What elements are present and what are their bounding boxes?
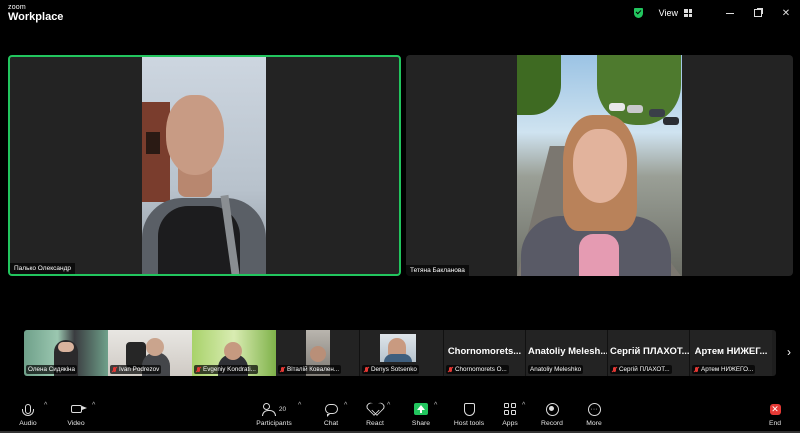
- participants-icon: [261, 403, 276, 416]
- mic-muted-icon: [364, 366, 369, 373]
- chat-button[interactable]: Chat: [320, 400, 342, 431]
- apps-button[interactable]: Apps: [500, 400, 520, 431]
- audio-button[interactable]: Audio: [16, 400, 40, 431]
- mic-muted-icon: [448, 366, 453, 373]
- participants-count: 20: [278, 405, 287, 413]
- video-options-caret[interactable]: ^: [92, 402, 95, 409]
- apps-label: Apps: [502, 420, 518, 427]
- mic-muted-icon: [112, 366, 117, 373]
- title-bar: zoom Workplace View ✕: [0, 0, 800, 28]
- host-shield-icon: [463, 402, 475, 416]
- more-icon: ···: [587, 402, 601, 416]
- view-label: View: [658, 8, 678, 18]
- more-label: More: [586, 420, 602, 427]
- end-icon: ✕: [769, 403, 781, 415]
- more-button[interactable]: ··· More: [584, 400, 604, 431]
- share-button[interactable]: Share: [410, 400, 432, 431]
- audio-label: Audio: [19, 420, 37, 427]
- view-grid-icon: [684, 9, 692, 17]
- end-label: End: [768, 420, 782, 427]
- participant-display-name: Артем НИЖЕГ...: [694, 346, 768, 357]
- close-icon[interactable]: ✕: [772, 0, 800, 26]
- participant-name-label: Артем НИЖЕГО...: [692, 365, 756, 374]
- apps-icon: [504, 403, 516, 415]
- participant-video: [517, 55, 682, 276]
- participant-thumbnail[interactable]: Denys Sotsenko: [360, 330, 444, 376]
- mic-muted-icon: [694, 366, 699, 373]
- mic-muted-icon: [612, 366, 617, 373]
- meeting-toolbar: Audio ^ Video ^ 20 Participants ^ Chat ^…: [0, 398, 800, 433]
- minimize-icon[interactable]: [716, 0, 744, 26]
- participant-thumbnail[interactable]: Артем НИЖЕГ... Артем НИЖЕГО...: [690, 330, 772, 376]
- participant-name-label: Сергій ПЛАХОТ...: [610, 365, 672, 374]
- participant-thumbnail[interactable]: Олена Сидякіна: [24, 330, 108, 376]
- participant-display-name: Сергій ПЛАХОТ...: [610, 346, 689, 357]
- participant-thumbnail[interactable]: Anatoliy Melesh... Anatoliy Meleshko: [526, 330, 608, 376]
- participant-name-label: Тетяна Бакланова: [406, 265, 469, 276]
- participant-thumbnail[interactable]: Evgeniy Kondrati...: [192, 330, 276, 376]
- logo-line1: zoom: [8, 4, 26, 11]
- host-tools-button[interactable]: Host tools: [453, 400, 485, 431]
- participant-name-label: Chornomorets O...: [446, 365, 509, 374]
- participant-strip: Олена Сидякіна Ivan Podrezov Evgeniy Kon…: [24, 330, 776, 376]
- participant-thumbnail[interactable]: Ivan Podrezov: [108, 330, 192, 376]
- chat-label: Chat: [323, 420, 339, 427]
- share-label: Share: [411, 420, 431, 427]
- participant-thumbnail[interactable]: Сергій ПЛАХОТ... Сергій ПЛАХОТ...: [608, 330, 690, 376]
- share-options-caret[interactable]: ^: [434, 402, 437, 409]
- record-icon: [545, 402, 559, 416]
- view-button[interactable]: View: [659, 8, 692, 18]
- camera-icon: [70, 405, 87, 413]
- react-options-caret[interactable]: ^: [387, 402, 390, 409]
- video-button[interactable]: Video: [64, 400, 88, 431]
- share-screen-icon: [414, 403, 428, 415]
- chevron-right-icon[interactable]: ›: [782, 344, 796, 360]
- participant-thumbnail[interactable]: Віталій Ковален...: [276, 330, 360, 376]
- video-tile[interactable]: Тетяна Бакланова: [406, 55, 793, 276]
- audio-options-caret[interactable]: ^: [44, 402, 47, 409]
- end-button[interactable]: ✕ End: [766, 400, 784, 431]
- zoom-logo: zoom Workplace: [8, 4, 63, 23]
- video-tile-active-speaker[interactable]: Палько Олександр: [8, 55, 401, 276]
- react-button[interactable]: React: [364, 400, 386, 431]
- participant-name-label: Олена Сидякіна: [26, 365, 78, 374]
- participants-options-caret[interactable]: ^: [298, 402, 301, 409]
- participant-thumbnail[interactable]: Chornomorets... Chornomorets O...: [444, 330, 526, 376]
- video-label: Video: [67, 420, 85, 427]
- participant-name-label: Ivan Podrezov: [110, 365, 162, 374]
- logo-line2: Workplace: [8, 11, 64, 23]
- participant-display-name: Anatoliy Melesh...: [528, 346, 607, 357]
- participant-display-name: Chornomorets...: [447, 346, 522, 357]
- chat-icon: [324, 404, 338, 417]
- security-shield-icon[interactable]: [633, 8, 643, 18]
- mic-muted-icon: [196, 366, 201, 373]
- participant-name-label: Evgeniy Kondrati...: [194, 365, 258, 374]
- participant-name-label: Віталій Ковален...: [278, 365, 342, 374]
- participant-name-label: Палько Олександр: [10, 263, 75, 274]
- mic-icon: [22, 404, 34, 416]
- maximize-icon[interactable]: [744, 0, 772, 26]
- react-heart-icon: [369, 403, 382, 415]
- host-tools-label: Host tools: [453, 420, 485, 427]
- react-label: React: [366, 420, 384, 427]
- record-button[interactable]: Record: [540, 400, 564, 431]
- participants-label: Participants: [256, 420, 292, 427]
- participants-button[interactable]: 20 Participants: [255, 400, 293, 431]
- chat-options-caret[interactable]: ^: [344, 402, 347, 409]
- participant-video: [142, 57, 266, 274]
- participant-name-label: Denys Sotsenko: [362, 365, 419, 374]
- participant-name-label: Anatoliy Meleshko: [528, 365, 584, 374]
- mic-muted-icon: [280, 366, 285, 373]
- record-label: Record: [541, 420, 563, 427]
- apps-options-caret[interactable]: ^: [522, 402, 525, 409]
